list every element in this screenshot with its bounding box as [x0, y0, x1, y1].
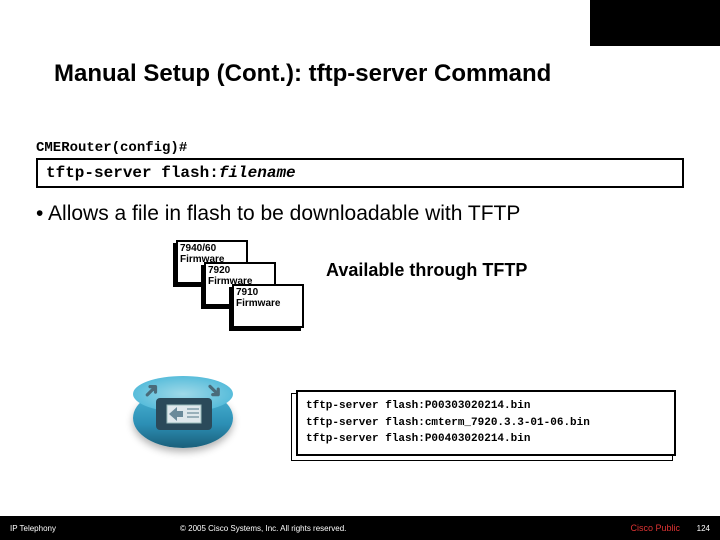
footer-copyright: © 2005 Cisco Systems, Inc. All rights re… [180, 524, 346, 533]
diagram: 7940/60 Firmware 7920 Firmware 7910 Firm… [136, 240, 684, 380]
command-syntax-box: tftp-server flash:filename [36, 158, 684, 188]
footer-public: Cisco Public [630, 523, 680, 533]
code-line-3: tftp-server flash:P00403020214.bin [306, 431, 666, 448]
footer-course: IP Telephony [10, 524, 56, 533]
tftp-label: Available through TFTP [326, 260, 527, 281]
doc2-line1: 7920 [208, 266, 272, 277]
code-line-2: tftp-server flash:cmterm_7920.3.3-01-06.… [306, 415, 666, 432]
config-code-box: tftp-server flash:P00303020214.bin tftp-… [296, 390, 676, 456]
command-arg: filename [219, 164, 296, 182]
footer-bar: IP Telephony © 2005 Cisco Systems, Inc. … [0, 516, 720, 540]
command-base: tftp-server flash: [46, 164, 219, 182]
doc3-line1: 7910 [236, 288, 300, 299]
footer-page-number: 124 [697, 524, 710, 533]
bullet-text: Allows a file in flash to be downloadabl… [36, 202, 684, 226]
firmware-doc-3: 7910 Firmware [232, 284, 304, 328]
header-corner [590, 0, 720, 46]
page-title: Manual Setup (Cont.): tftp-server Comman… [54, 60, 561, 88]
doc3-line2: Firmware [236, 299, 300, 310]
code-line-1: tftp-server flash:P00303020214.bin [306, 398, 666, 415]
doc1-line1: 7940/60 [180, 244, 244, 255]
content-area: CMERouter(config)# tftp-server flash:fil… [36, 140, 684, 380]
cli-prompt: CMERouter(config)# [36, 140, 684, 156]
router-icon: ➜ ➜ [128, 368, 238, 468]
